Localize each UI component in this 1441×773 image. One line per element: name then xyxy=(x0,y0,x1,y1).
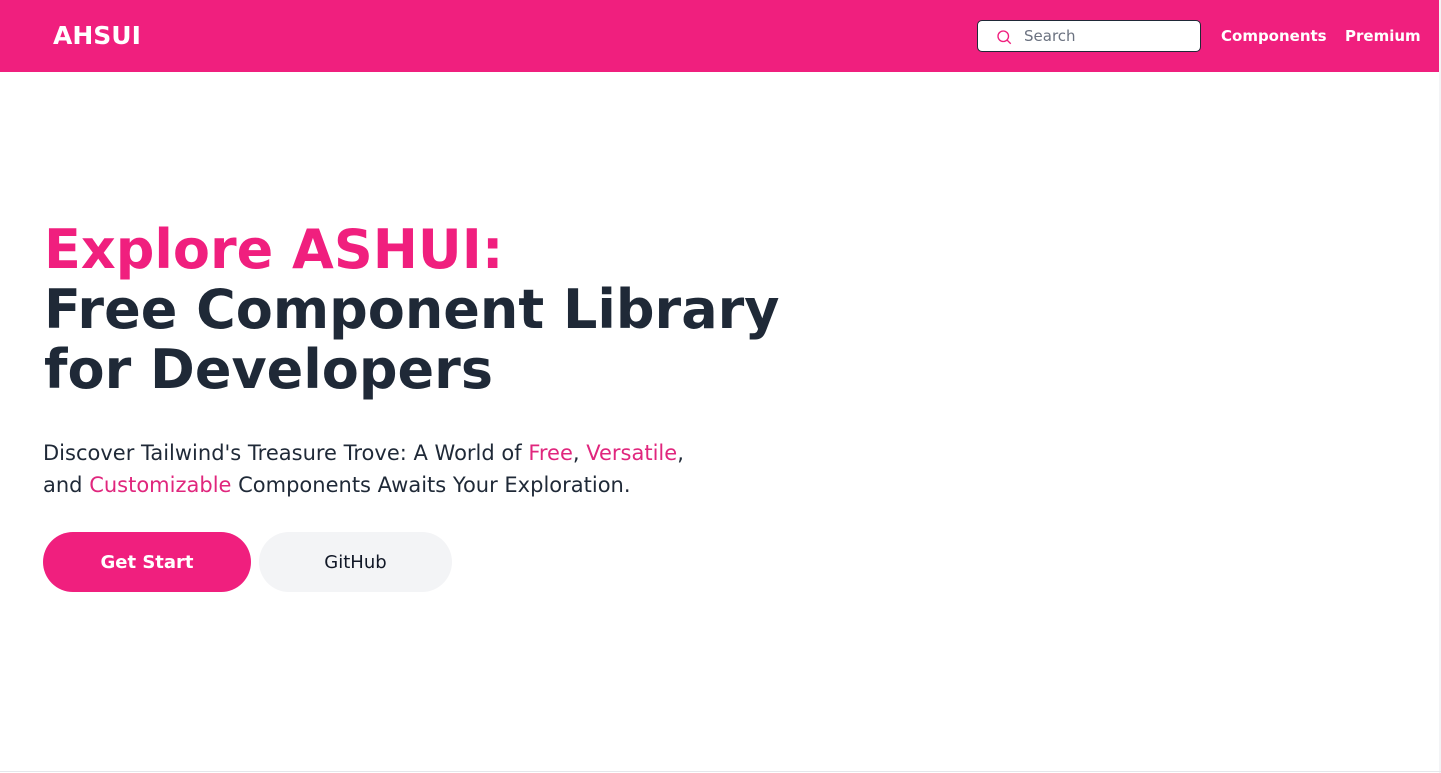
top-navbar: AHSUI Components Premium xyxy=(0,0,1439,72)
hero-title: Explore ASHUI: Free Component Library fo… xyxy=(44,220,779,400)
subtitle-text: and xyxy=(43,473,90,497)
github-button[interactable]: GitHub xyxy=(259,532,452,592)
search-icon xyxy=(997,30,1012,45)
search-box[interactable] xyxy=(977,20,1201,52)
nav-link-premium[interactable]: Premium xyxy=(1345,26,1421,46)
subtitle-text: Components Awaits Your Exploration. xyxy=(231,473,631,497)
hero-title-line-1: Free Component Library xyxy=(44,278,780,341)
subtitle-separator: , xyxy=(572,441,587,465)
nav-link-components[interactable]: Components xyxy=(1221,26,1327,46)
hero-title-accent: Explore ASHUI: xyxy=(44,218,504,281)
search-input[interactable] xyxy=(1024,21,1194,51)
hero-subtitle: Discover Tailwind's Treasure Trove: A Wo… xyxy=(43,437,684,501)
subtitle-text: Discover Tailwind's Treasure Trove: A Wo… xyxy=(43,441,529,465)
subtitle-text: , xyxy=(677,441,684,465)
divider xyxy=(0,771,1441,772)
get-start-button[interactable]: Get Start xyxy=(43,532,251,592)
highlight-customizable: Customizable xyxy=(89,473,232,497)
highlight-versatile: Versatile xyxy=(586,441,678,465)
hero-title-line-2: for Developers xyxy=(44,338,493,401)
highlight-free: Free xyxy=(528,441,573,465)
brand-logo[interactable]: AHSUI xyxy=(53,21,141,51)
